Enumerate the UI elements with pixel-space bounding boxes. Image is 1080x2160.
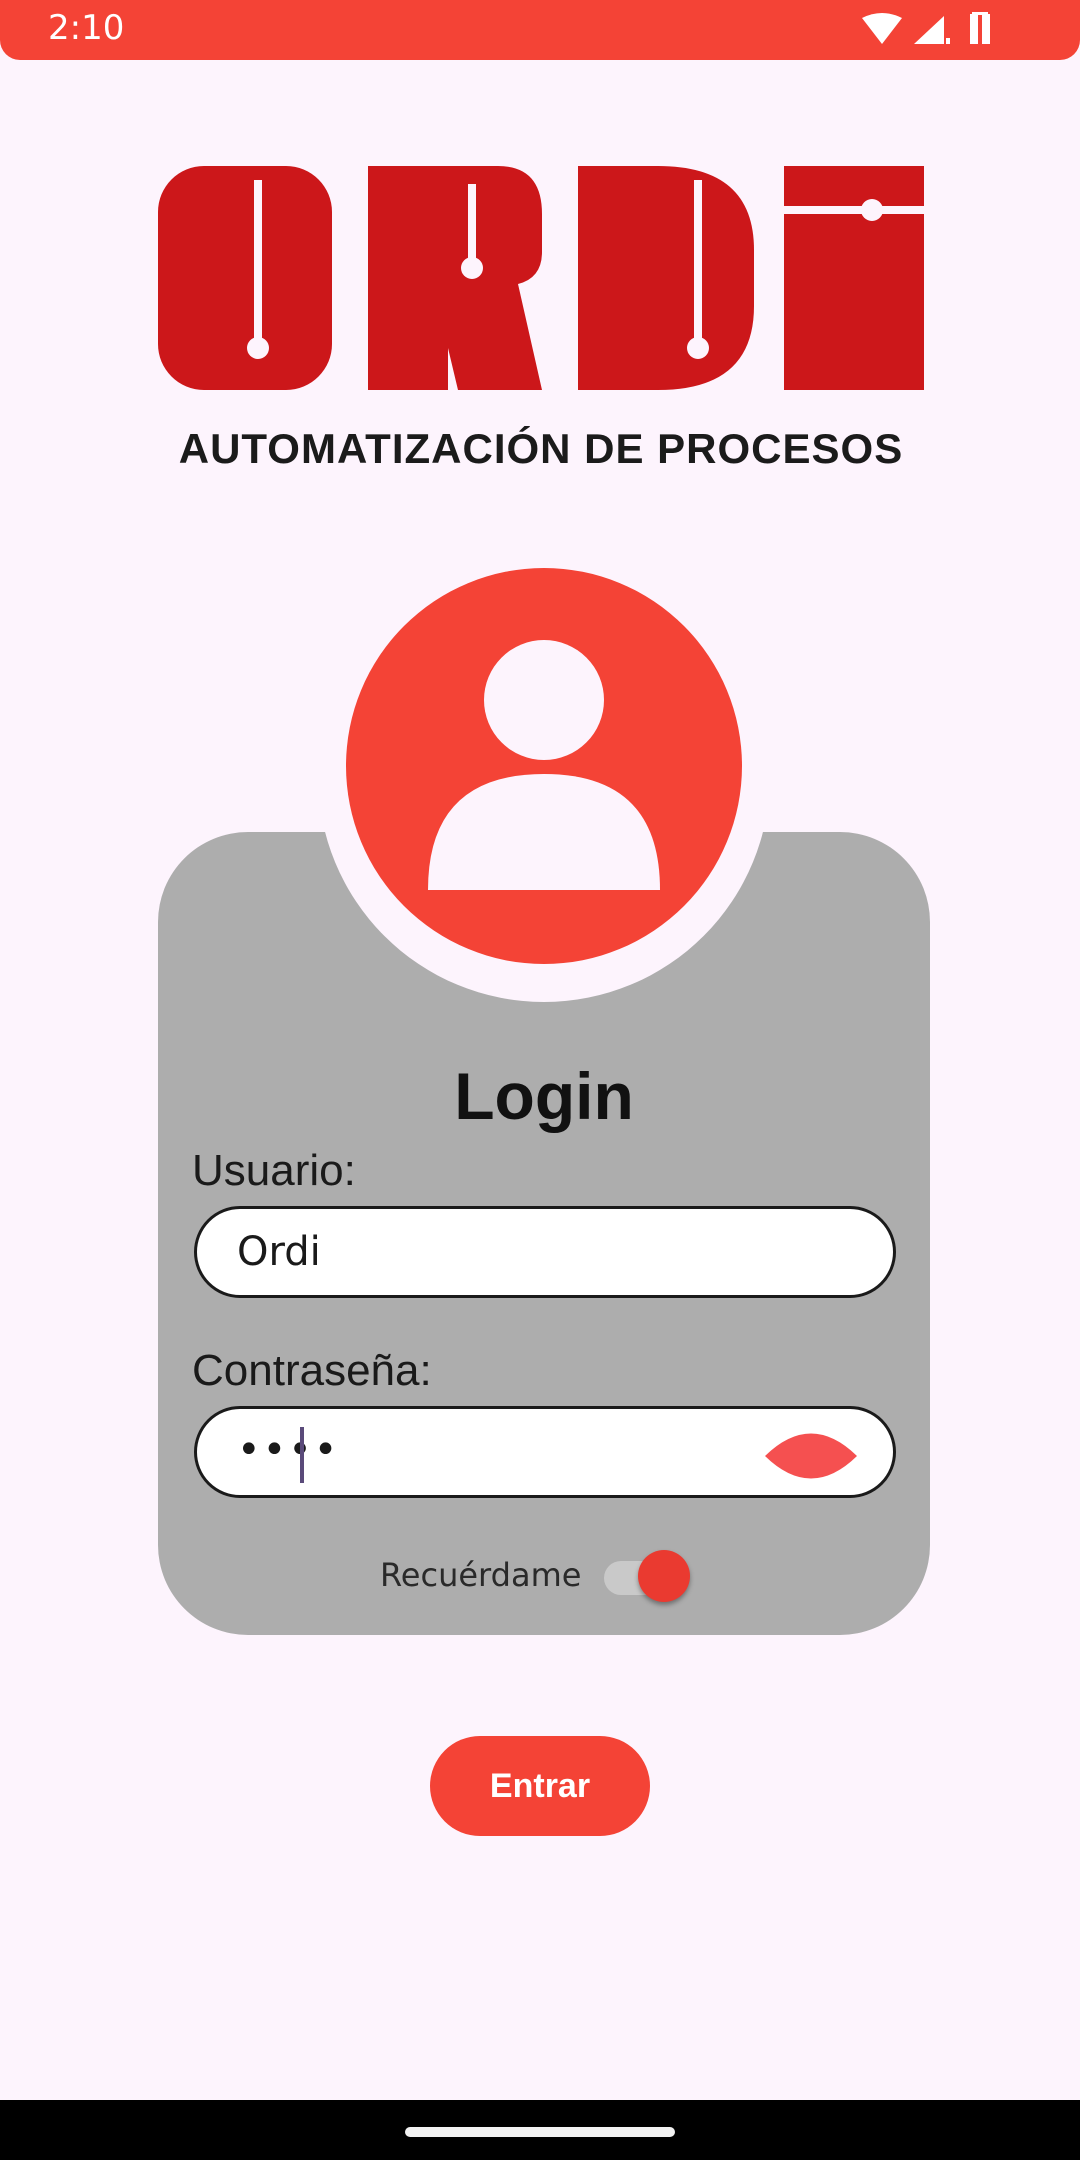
wifi-icon (862, 13, 902, 44)
user-icon (428, 640, 660, 890)
ordi-logo (158, 166, 924, 390)
remember-label: Recuérdame (380, 1556, 582, 1594)
logo-tagline: AUTOMATIZACIÓN DE PROCESOS (178, 425, 904, 472)
login-title: Login (454, 1059, 634, 1133)
text-caret (300, 1427, 304, 1483)
battery-icon (970, 12, 990, 44)
status-icons (862, 12, 990, 44)
eye-icon[interactable] (763, 1431, 859, 1481)
username-input[interactable]: Ordi (194, 1206, 896, 1298)
enter-button[interactable]: Entrar (430, 1736, 650, 1836)
password-value: •••• (237, 1427, 340, 1473)
avatar (346, 568, 742, 964)
switch-thumb (638, 1550, 690, 1602)
status-time: 2:10 (48, 8, 125, 48)
remember-switch[interactable] (604, 1550, 696, 1602)
password-label: Contraseña: (192, 1346, 432, 1395)
username-label: Usuario: (192, 1146, 356, 1195)
status-bar: 2:10 (0, 0, 1080, 60)
home-indicator[interactable] (405, 2127, 675, 2137)
password-input[interactable]: •••• (194, 1406, 896, 1498)
signal-icon (914, 16, 950, 44)
username-value: Ordi (237, 1229, 321, 1275)
